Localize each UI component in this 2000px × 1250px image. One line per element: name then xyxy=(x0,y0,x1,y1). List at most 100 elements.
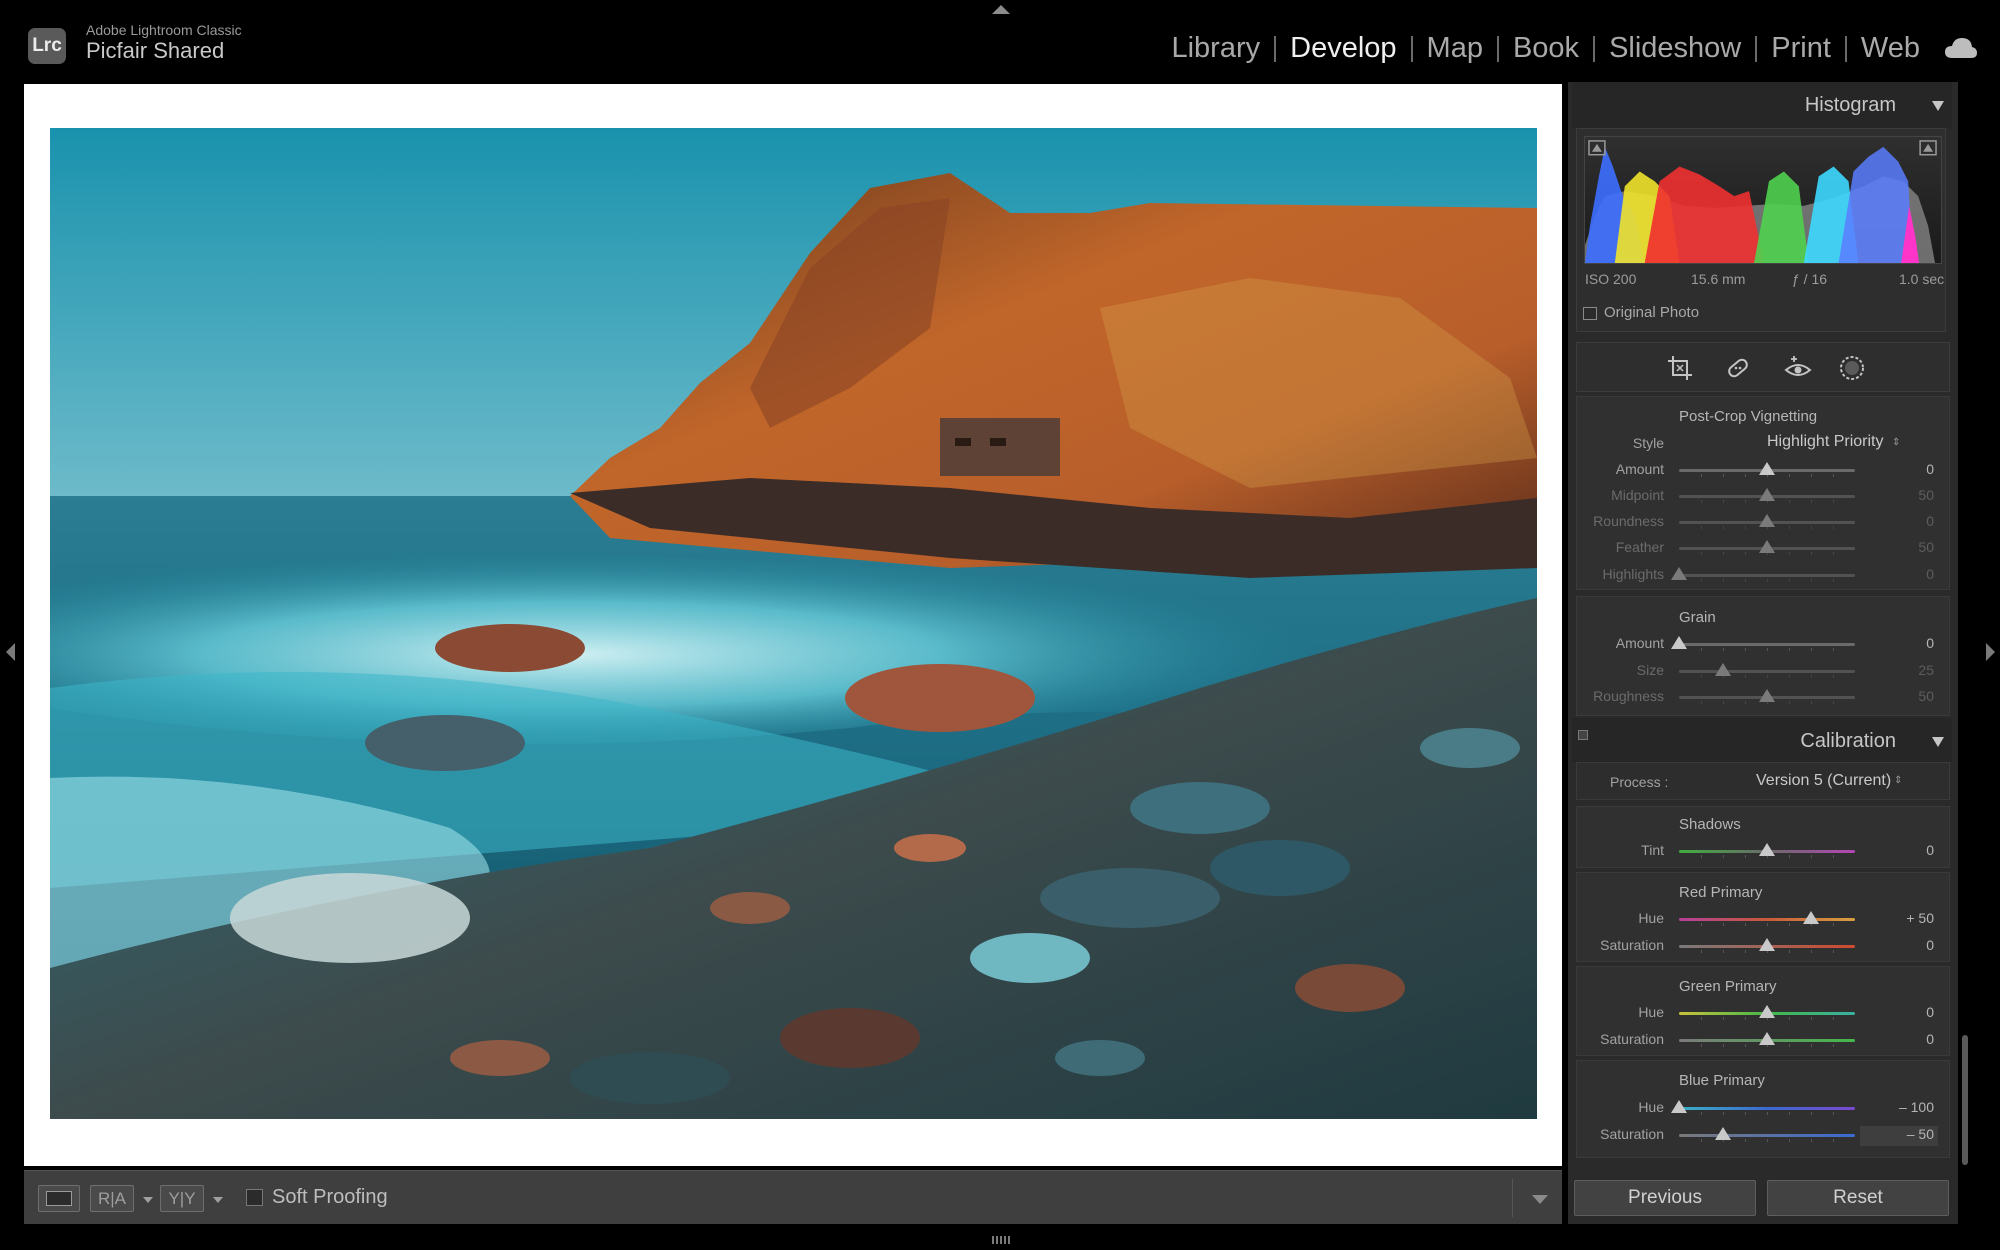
green-hue-label: Hue xyxy=(1638,1004,1664,1020)
soft-proofing-checkbox[interactable] xyxy=(246,1189,263,1206)
loupe-view-button[interactable] xyxy=(38,1185,80,1212)
red-saturation-label: Saturation xyxy=(1600,937,1664,953)
cloud-sync-icon[interactable] xyxy=(1944,36,1978,60)
original-photo-checkbox[interactable] xyxy=(1583,307,1597,320)
module-web[interactable]: Web xyxy=(1847,32,1934,65)
vignette-highlights-slider-track[interactable] xyxy=(1679,574,1855,582)
histogram-graph[interactable] xyxy=(1584,136,1942,264)
slider-tick xyxy=(1745,1139,1746,1142)
catalog-name: Picfair Shared xyxy=(86,38,225,63)
green-hue-slider-thumb[interactable] xyxy=(1759,1005,1775,1018)
before-after-left-right-button[interactable]: R|A xyxy=(90,1185,134,1212)
vignette-midpoint-label: Midpoint xyxy=(1611,487,1664,503)
grain-size-slider-thumb[interactable] xyxy=(1715,663,1731,676)
style-dropdown[interactable]: Highlight Priority xyxy=(1767,433,1883,451)
slider-tick xyxy=(1833,1017,1834,1020)
vignette-roundness-slider-thumb[interactable] xyxy=(1759,514,1775,527)
previous-button[interactable]: Previous xyxy=(1574,1180,1756,1216)
grain-amount-value[interactable]: 0 xyxy=(1870,635,1934,651)
slider-tick xyxy=(1723,500,1724,503)
slider-tick xyxy=(1745,500,1746,503)
module-slideshow[interactable]: Slideshow xyxy=(1595,32,1755,65)
vignette-feather-value[interactable]: 50 xyxy=(1870,539,1934,555)
process-dropdown-arrow-icon[interactable]: ⇕ xyxy=(1894,775,1902,786)
slider-tick xyxy=(1833,1139,1834,1142)
blue-hue-slider-track[interactable] xyxy=(1679,1107,1855,1115)
vignette-highlights-value[interactable]: 0 xyxy=(1870,566,1934,582)
slider-tick xyxy=(1701,923,1702,926)
blue-saturation-slider-thumb[interactable] xyxy=(1715,1127,1731,1140)
collapse-triangle-icon[interactable] xyxy=(1932,101,1944,111)
grain-roughness-value[interactable]: 50 xyxy=(1870,688,1934,704)
module-book[interactable]: Book xyxy=(1499,32,1593,65)
right-panel-toggle-icon[interactable] xyxy=(1986,643,1995,661)
exif-focal-length: 15.6 mm xyxy=(1691,271,1746,287)
slider-tick xyxy=(1811,1044,1812,1047)
grain-amount-slider-thumb[interactable] xyxy=(1671,636,1687,649)
module-print[interactable]: Print xyxy=(1757,32,1845,65)
slider-tick xyxy=(1789,579,1790,582)
vignette-amount-slider-thumb[interactable] xyxy=(1759,462,1775,475)
radial-filter-icon[interactable] xyxy=(1838,354,1866,382)
top-panel-toggle-icon[interactable] xyxy=(992,5,1010,14)
toolbar-options-icon[interactable] xyxy=(1532,1195,1548,1204)
ra-dropdown-icon[interactable] xyxy=(143,1197,153,1203)
slider-tick xyxy=(1767,579,1768,582)
collapse-triangle-icon[interactable] xyxy=(1932,737,1944,747)
vignette-midpoint-value[interactable]: 50 xyxy=(1870,487,1934,503)
shadows-tint-slider-thumb[interactable] xyxy=(1759,843,1775,856)
green-saturation-slider-thumb[interactable] xyxy=(1759,1032,1775,1045)
blue-saturation-slider-track[interactable] xyxy=(1679,1134,1855,1142)
red-saturation-value[interactable]: 0 xyxy=(1870,937,1934,953)
photo-preview[interactable] xyxy=(50,128,1537,1119)
slider-tick xyxy=(1745,855,1746,858)
module-library[interactable]: Library xyxy=(1157,32,1274,65)
blue-hue-value[interactable]: – 100 xyxy=(1870,1099,1934,1115)
module-map[interactable]: Map xyxy=(1413,32,1497,65)
blue-primary-title: Blue Primary xyxy=(1679,1072,1765,1089)
left-panel-toggle-icon[interactable] xyxy=(6,643,15,661)
grain-size-value[interactable]: 25 xyxy=(1870,662,1934,678)
module-develop[interactable]: Develop xyxy=(1276,32,1410,65)
slider-tick xyxy=(1723,552,1724,555)
process-version-dropdown[interactable]: Version 5 (Current) xyxy=(1756,772,1891,790)
vignette-amount-value[interactable]: 0 xyxy=(1870,461,1934,477)
grain-amount-slider-track[interactable] xyxy=(1679,643,1855,651)
yy-dropdown-icon[interactable] xyxy=(213,1197,223,1203)
slider-tick xyxy=(1745,1017,1746,1020)
vignette-feather-slider-thumb[interactable] xyxy=(1759,540,1775,553)
histogram-title: Histogram xyxy=(1804,94,1896,116)
green-saturation-value[interactable]: 0 xyxy=(1870,1031,1934,1047)
vignette-highlights-slider-thumb[interactable] xyxy=(1671,567,1687,580)
red-hue-slider-track[interactable] xyxy=(1679,918,1855,926)
grain-roughness-label: Roughness xyxy=(1593,688,1664,704)
red-saturation-slider-thumb[interactable] xyxy=(1759,938,1775,951)
before-after-top-bottom-button[interactable]: Y|Y xyxy=(160,1185,204,1212)
crop-overlay-icon[interactable] xyxy=(1666,354,1694,382)
shadows-tint-value[interactable]: 0 xyxy=(1870,842,1934,858)
slider-tick xyxy=(1811,648,1812,651)
slider-tick xyxy=(1745,526,1746,529)
slider-tick xyxy=(1723,648,1724,651)
panel-scrollbar[interactable] xyxy=(1962,1035,1968,1165)
red-eye-icon[interactable] xyxy=(1784,354,1812,382)
vignette-midpoint-slider-thumb[interactable] xyxy=(1759,488,1775,501)
vignette-roundness-value[interactable]: 0 xyxy=(1870,513,1934,529)
style-dropdown-arrow-icon[interactable]: ⇕ xyxy=(1892,437,1900,448)
grain-amount-label: Amount xyxy=(1615,635,1664,651)
slider-tick xyxy=(1745,701,1746,704)
spot-removal-icon[interactable] xyxy=(1724,354,1752,382)
grain-roughness-slider-thumb[interactable] xyxy=(1759,689,1775,702)
red-hue-value[interactable]: + 50 xyxy=(1870,910,1934,926)
red-hue-slider-thumb[interactable] xyxy=(1803,911,1819,924)
green-hue-value[interactable]: 0 xyxy=(1870,1004,1934,1020)
filmstrip-grip-icon[interactable] xyxy=(992,1236,1010,1244)
blue-saturation-value[interactable]: – 50 xyxy=(1870,1126,1934,1142)
reset-button[interactable]: Reset xyxy=(1767,1180,1949,1216)
process-label: Process : xyxy=(1610,774,1669,790)
module-picker: Library Develop Map Book Slideshow Print… xyxy=(1157,32,1934,65)
grain-size-slider-track[interactable] xyxy=(1679,670,1855,678)
slider-tick xyxy=(1701,675,1702,678)
calibration-toggle-switch[interactable] xyxy=(1578,730,1588,740)
blue-hue-slider-thumb[interactable] xyxy=(1671,1100,1687,1113)
